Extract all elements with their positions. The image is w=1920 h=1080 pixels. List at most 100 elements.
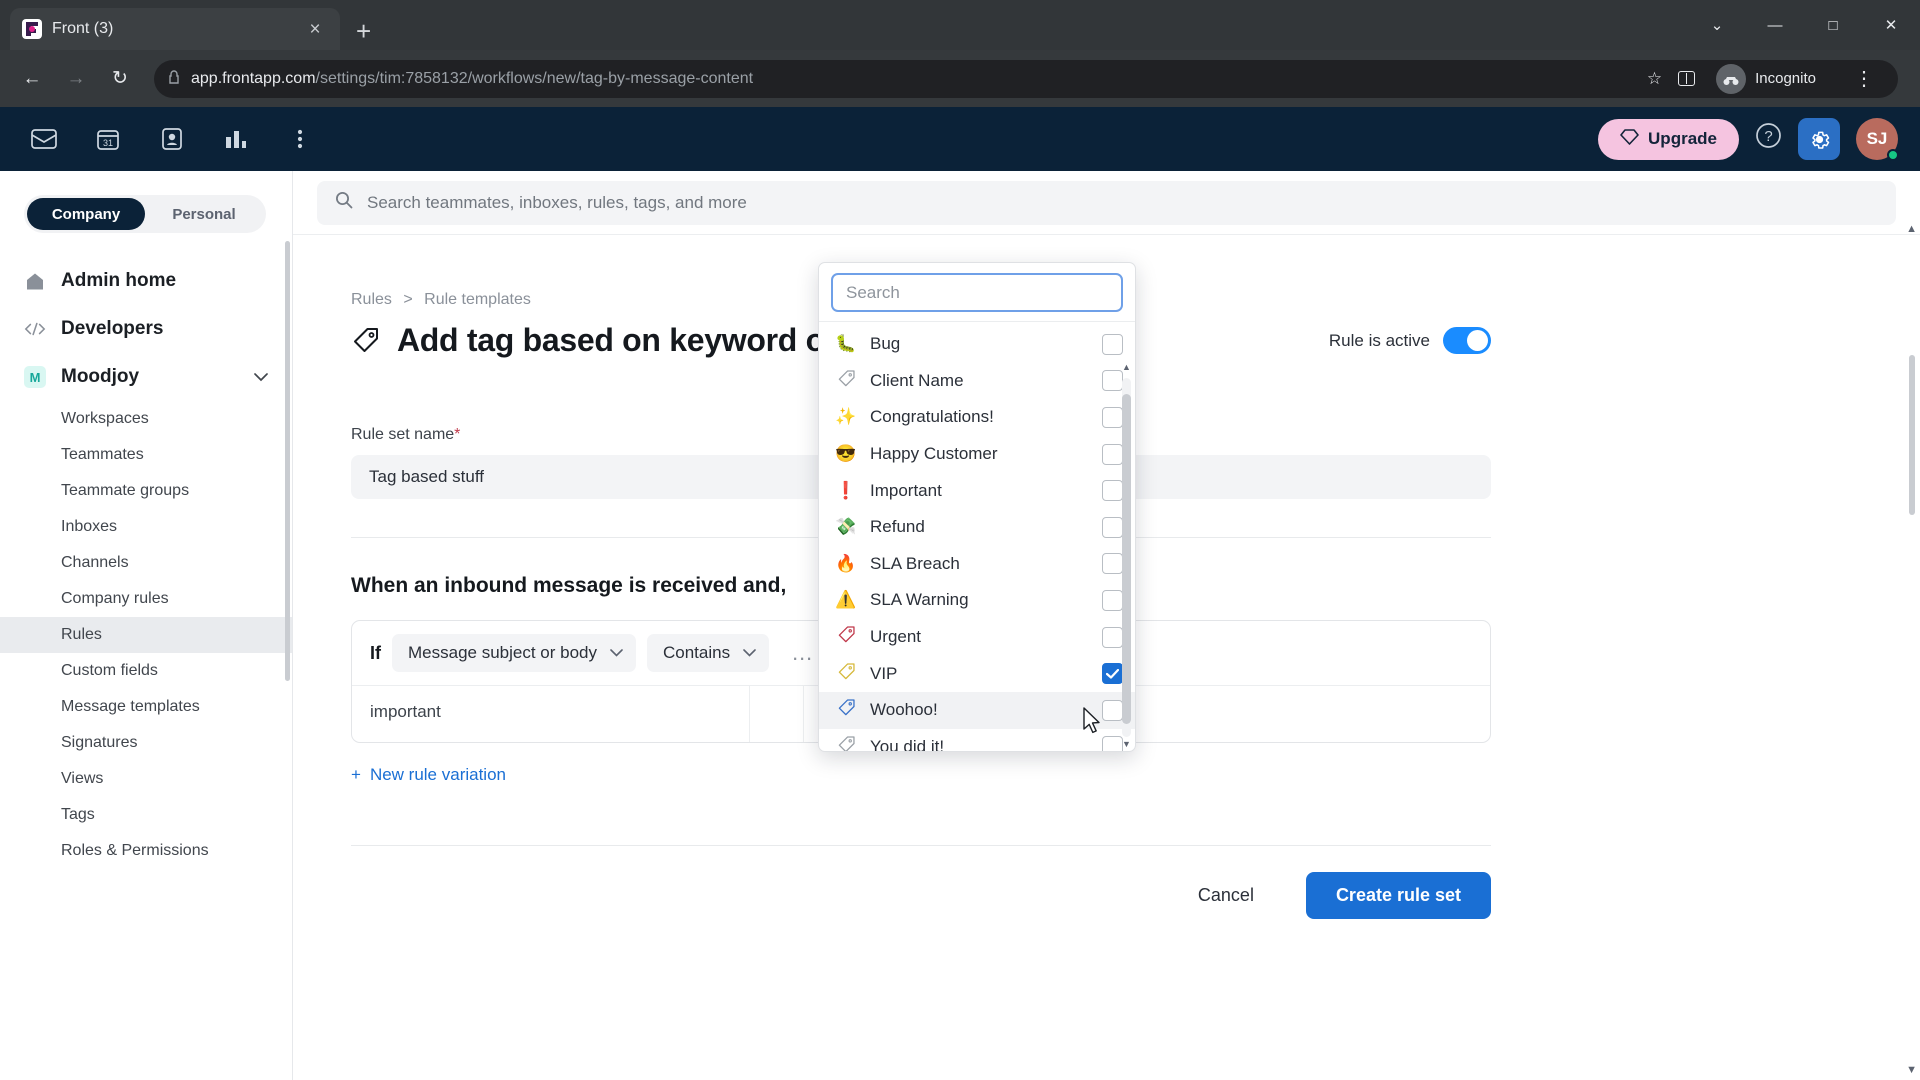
breadcrumb-parent[interactable]: Rules <box>351 291 392 308</box>
scroll-up-arrow-icon[interactable]: ▲ <box>1122 362 1131 372</box>
tag-option-happy-customer[interactable]: 😎 Happy Customer <box>819 436 1135 473</box>
gear-icon[interactable] <box>1798 118 1840 160</box>
scroll-down-arrow-icon[interactable]: ▼ <box>1906 1064 1917 1076</box>
tag-option-sla-warning[interactable]: ⚠️ SLA Warning <box>819 582 1135 619</box>
scroll-up-arrow-icon[interactable]: ▲ <box>1906 223 1917 235</box>
address-bar[interactable]: app.frontapp.com/settings/tim:7858132/wo… <box>154 59 1898 99</box>
bookmark-star-icon[interactable]: ☆ <box>1647 69 1662 89</box>
condition-value[interactable]: important <box>352 686 750 742</box>
create-rule-set-button[interactable]: Create rule set <box>1305 872 1491 919</box>
tag-option-refund[interactable]: 💸 Refund <box>819 509 1135 546</box>
help-icon[interactable]: ? <box>1755 122 1782 156</box>
sidebar-item-views[interactable]: Views <box>0 761 292 797</box>
url-domain: app.frontapp.com <box>191 69 316 87</box>
calendar-icon[interactable]: 31 <box>86 119 130 159</box>
chevron-down-icon[interactable]: ⌄ <box>1688 0 1746 50</box>
sidebar-item-roles-permissions[interactable]: Roles & Permissions <box>0 833 292 869</box>
tag-option-congratulations[interactable]: ✨ Congratulations! <box>819 399 1135 436</box>
minimize-button[interactable]: — <box>1746 0 1804 50</box>
avatar[interactable]: SJ <box>1856 118 1899 161</box>
tag-icon <box>835 625 857 649</box>
cancel-button[interactable]: Cancel <box>1167 872 1284 919</box>
browser-tab[interactable]: Front (3) × <box>10 8 340 50</box>
tag-checkbox[interactable] <box>1102 589 1123 611</box>
front-logo-icon <box>22 19 42 39</box>
sidebar-item-message-templates[interactable]: Message templates <box>0 689 292 725</box>
back-icon[interactable]: ← <box>12 59 52 99</box>
tag-option-important[interactable]: ❗ Important <box>819 472 1135 509</box>
scrollbar-thumb[interactable] <box>1122 394 1131 724</box>
avatar-initials: SJ <box>1866 129 1888 148</box>
new-tab-button[interactable]: + <box>356 18 371 44</box>
tag-option-urgent[interactable]: Urgent <box>819 619 1135 656</box>
reload-icon[interactable]: ↻ <box>100 59 140 99</box>
svg-text:?: ? <box>1764 128 1772 145</box>
tag-checkbox[interactable] <box>1102 553 1123 575</box>
inbox-icon[interactable] <box>22 119 66 159</box>
sidebar-item-custom-fields[interactable]: Custom fields <box>0 653 292 689</box>
tag-search-input[interactable] <box>831 273 1123 312</box>
tag-option-bug[interactable]: 🐛 Bug <box>819 326 1135 363</box>
tab-company[interactable]: Company <box>27 198 145 230</box>
forward-icon[interactable]: → <box>56 59 96 99</box>
condition-more-icon[interactable]: … <box>791 640 814 666</box>
dropdown-scrollbar[interactable] <box>1122 378 1131 737</box>
browser-menu-icon[interactable]: ⋮ <box>1844 66 1884 91</box>
sidebar-item-inboxes[interactable]: Inboxes <box>0 509 292 545</box>
close-window-button[interactable]: ✕ <box>1862 0 1920 50</box>
contacts-icon[interactable] <box>150 119 194 159</box>
plus-icon: + <box>351 765 361 784</box>
tag-checkbox[interactable] <box>1102 406 1123 428</box>
scroll-down-arrow-icon[interactable]: ▼ <box>1122 739 1131 749</box>
tag-checkbox[interactable] <box>1102 370 1123 392</box>
tag-checkbox[interactable] <box>1102 663 1123 685</box>
sidebar-item-developers[interactable]: Developers <box>0 305 292 353</box>
tag-checkbox[interactable] <box>1102 699 1123 721</box>
sparkles-emoji-icon: ✨ <box>835 407 857 427</box>
analytics-icon[interactable] <box>214 119 258 159</box>
tag-option-client-name[interactable]: Client Name <box>819 363 1135 400</box>
close-icon[interactable]: × <box>302 16 328 42</box>
sidebar-item-channels[interactable]: Channels <box>0 545 292 581</box>
tag-checkbox[interactable] <box>1102 516 1123 538</box>
rule-active-toggle[interactable] <box>1443 327 1491 354</box>
breadcrumb-current[interactable]: Rule templates <box>424 291 531 308</box>
tag-checkbox[interactable] <box>1102 736 1123 751</box>
incognito-indicator[interactable]: Incognito <box>1711 59 1828 99</box>
search-input[interactable]: Search teammates, inboxes, rules, tags, … <box>317 180 1896 225</box>
sidebar-scrollbar[interactable] <box>285 241 290 681</box>
tag-option-sla-breach[interactable]: 🔥 SLA Breach <box>819 546 1135 583</box>
content-scrollbar[interactable] <box>1909 355 1915 515</box>
condition-operator-select[interactable]: Contains <box>647 634 770 672</box>
topbar-actions: Upgrade ? SJ <box>1598 118 1899 161</box>
new-rule-variation-button[interactable]: + New rule variation <box>351 765 1491 785</box>
sidebar-item-rules[interactable]: Rules <box>0 617 292 653</box>
sidebar-item-teammate-groups[interactable]: Teammate groups <box>0 473 292 509</box>
maximize-button[interactable]: □ <box>1804 0 1862 50</box>
scope-segmented-control: Company Personal <box>24 195 266 233</box>
sidebar-item-workspaces[interactable]: Workspaces <box>0 401 292 437</box>
tag-icon <box>835 662 857 686</box>
upgrade-button[interactable]: Upgrade <box>1598 118 1739 160</box>
tab-personal[interactable]: Personal <box>145 198 263 230</box>
tag-icon <box>351 326 381 356</box>
side-panel-icon[interactable] <box>1678 71 1696 86</box>
tag-checkbox[interactable] <box>1102 443 1123 465</box>
tag-checkbox[interactable] <box>1102 480 1123 502</box>
sidebar-item-signatures[interactable]: Signatures <box>0 725 292 761</box>
sidebar-group-moodjoy[interactable]: M Moodjoy <box>0 353 292 401</box>
condition-field-select[interactable]: Message subject or body <box>392 634 636 672</box>
sidebar-item-teammates[interactable]: Teammates <box>0 437 292 473</box>
tag-option-vip[interactable]: VIP <box>819 655 1135 692</box>
tag-checkbox[interactable] <box>1102 333 1123 355</box>
search-placeholder: Search teammates, inboxes, rules, tags, … <box>367 192 747 212</box>
if-label: If <box>370 642 381 663</box>
incognito-icon <box>1716 63 1747 94</box>
more-icon[interactable] <box>278 119 322 159</box>
sidebar-item-admin-home[interactable]: Admin home <box>0 257 292 305</box>
sidebar-item-tags[interactable]: Tags <box>0 797 292 833</box>
sidebar-item-company-rules[interactable]: Company rules <box>0 581 292 617</box>
chevron-down-icon[interactable] <box>254 370 268 385</box>
tag-checkbox[interactable] <box>1102 626 1123 648</box>
tag-search-wrap <box>819 263 1135 322</box>
